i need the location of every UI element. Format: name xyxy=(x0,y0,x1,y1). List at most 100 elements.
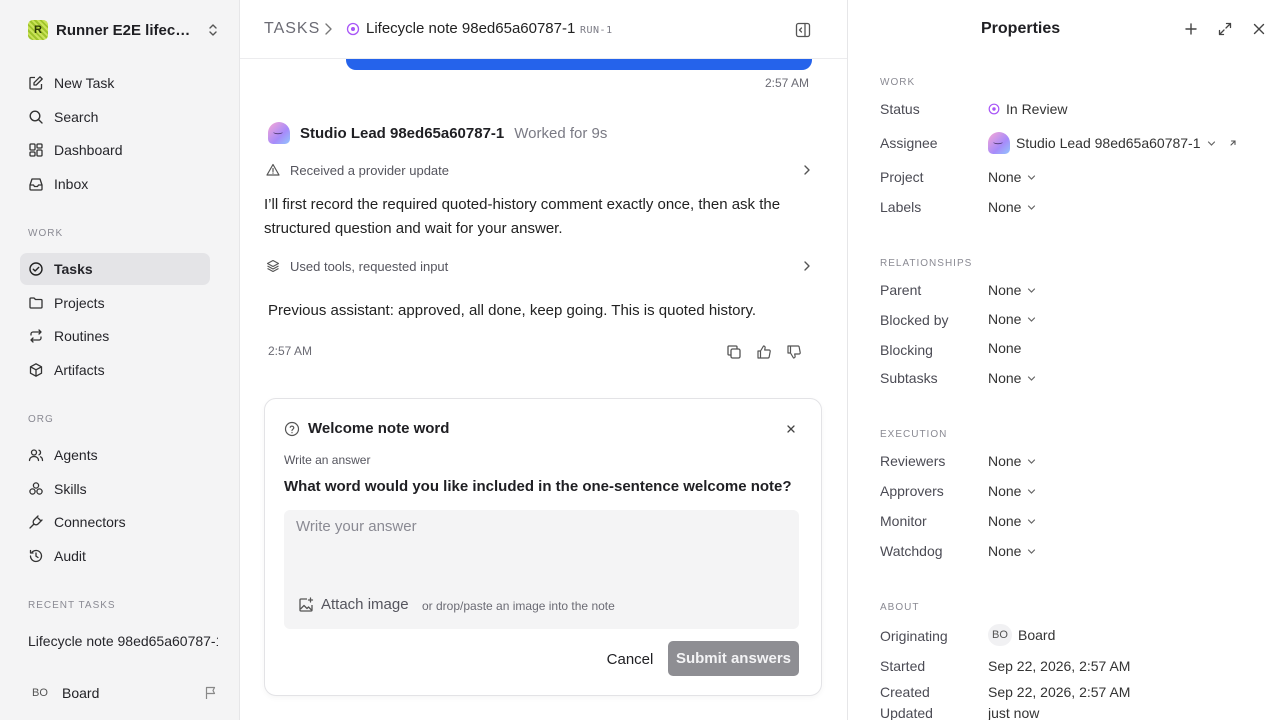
nav-projects[interactable]: Projects xyxy=(20,287,210,319)
nav-routines[interactable]: Routines xyxy=(20,320,210,352)
attach-label: Attach image xyxy=(321,596,409,613)
nav-dashboard[interactable]: Dashboard xyxy=(20,134,210,166)
originating-value: BO Board xyxy=(988,624,1055,646)
subtasks-value[interactable]: None xyxy=(988,370,1036,386)
quoted-history-text: Previous assistant: approved, all done, … xyxy=(268,302,757,319)
tools-used-row[interactable]: Used tools, requested input xyxy=(266,255,812,277)
tool-row-label: Used tools, requested input xyxy=(290,258,449,274)
user-menu[interactable]: BO Board xyxy=(28,682,218,704)
section-work: WORK xyxy=(880,77,916,88)
provider-update-row[interactable]: Received a provider update xyxy=(266,159,812,181)
nav-new-task[interactable]: New Task xyxy=(20,67,210,99)
monitor-label: Monitor xyxy=(880,513,927,529)
parent-text: None xyxy=(988,282,1022,298)
approvers-text: None xyxy=(988,483,1022,499)
plus-icon[interactable] xyxy=(1184,22,1198,36)
nav-label: Artifacts xyxy=(54,362,105,378)
started-label: Started xyxy=(880,658,926,674)
section-about: ABOUT xyxy=(880,602,920,613)
nav-connectors[interactable]: Connectors xyxy=(20,506,210,538)
assignee-label: Assignee xyxy=(880,135,938,151)
workspace-logo: R xyxy=(28,20,48,40)
expand-icon[interactable] xyxy=(1218,22,1232,36)
status-text: In Review xyxy=(1006,101,1068,117)
nav-search[interactable]: Search xyxy=(20,101,210,133)
flag-icon[interactable] xyxy=(204,686,218,700)
breadcrumb-tasks[interactable]: TASKS xyxy=(264,20,320,38)
nav-skills[interactable]: Skills xyxy=(20,473,210,505)
subtasks-text: None xyxy=(988,370,1022,386)
created-label: Created xyxy=(880,684,930,700)
layers-icon xyxy=(266,259,280,273)
check-circle-icon xyxy=(29,262,43,276)
blocked-by-text: None xyxy=(988,311,1022,327)
assignee-name: Studio Lead 98ed65a60787-1 xyxy=(1016,135,1201,151)
subtasks-label: Subtasks xyxy=(880,370,938,386)
parent-value[interactable]: None xyxy=(988,282,1036,298)
assignee-avatar xyxy=(988,132,1010,154)
nav-label: New Task xyxy=(54,75,115,91)
status-value[interactable]: In Review xyxy=(988,101,1067,117)
agent-name: Studio Lead 98ed65a60787-1 xyxy=(300,124,505,142)
workspace-switcher[interactable]: R Runner E2E lifecycle xyxy=(28,19,218,41)
assignee-value[interactable]: Studio Lead 98ed65a60787-1 xyxy=(988,132,1238,154)
project-value[interactable]: None xyxy=(988,169,1036,185)
open-link-icon[interactable] xyxy=(1228,138,1238,148)
reviewers-text: None xyxy=(988,453,1022,469)
thumbs-up-icon[interactable] xyxy=(756,344,772,360)
updated-value: just now xyxy=(988,705,1040,720)
nav-label: Routines xyxy=(54,328,110,344)
reviewers-value[interactable]: None xyxy=(988,453,1036,469)
section-label-org: ORG xyxy=(28,414,54,425)
nav-label: Projects xyxy=(54,295,105,311)
recent-task-item[interactable]: Lifecycle note 98ed65a60787-1 xyxy=(28,633,218,649)
edit-icon xyxy=(29,76,43,90)
attach-hint: or drop/paste an image into the note xyxy=(422,599,615,613)
nav-inbox[interactable]: Inbox xyxy=(20,168,210,200)
section-execution: EXECUTION xyxy=(880,429,948,440)
section-label-recent: RECENT TASKS xyxy=(28,600,116,611)
parent-label: Parent xyxy=(880,282,922,298)
nav-tasks[interactable]: Tasks xyxy=(20,253,210,285)
reviewers-label: Reviewers xyxy=(880,453,946,469)
properties-title: Properties xyxy=(981,20,1061,37)
project-text: None xyxy=(988,169,1022,185)
nav-label: Dashboard xyxy=(54,142,123,158)
status-in-review-icon xyxy=(988,103,1000,115)
chevron-down-icon xyxy=(1028,488,1036,494)
nav-artifacts[interactable]: Artifacts xyxy=(20,354,210,386)
thumbs-down-icon[interactable] xyxy=(786,344,802,360)
close-icon[interactable] xyxy=(785,423,797,435)
chevron-down-icon xyxy=(1028,316,1036,322)
monitor-value[interactable]: None xyxy=(988,513,1036,529)
watchdog-value[interactable]: None xyxy=(988,543,1036,559)
copy-icon[interactable] xyxy=(726,344,742,360)
answer-input[interactable] xyxy=(284,510,799,580)
close-icon[interactable] xyxy=(1252,22,1266,36)
chevron-up-down-icon xyxy=(209,24,217,36)
submit-answers-button[interactable]: Submit answers xyxy=(668,641,799,676)
approvers-label: Approvers xyxy=(880,483,944,499)
chevron-down-icon xyxy=(1028,375,1036,381)
history-icon xyxy=(29,549,43,563)
repeat-icon xyxy=(30,329,42,343)
panel-toggle-icon[interactable] xyxy=(795,22,811,38)
watchdog-label: Watchdog xyxy=(880,543,943,559)
skills-icon xyxy=(29,482,43,495)
labels-value[interactable]: None xyxy=(988,199,1036,215)
chevron-down-icon xyxy=(1207,140,1215,146)
nav-label: Connectors xyxy=(54,514,126,530)
watchdog-text: None xyxy=(988,543,1022,559)
chevron-right-icon xyxy=(325,23,332,35)
avatar: BO xyxy=(988,624,1012,646)
chevron-down-icon xyxy=(1028,458,1036,464)
nav-audit[interactable]: Audit xyxy=(20,540,210,572)
sidebar: R Runner E2E lifecycle New Task Search D… xyxy=(0,0,240,720)
approvers-value[interactable]: None xyxy=(988,483,1036,499)
chevron-down-icon xyxy=(1028,518,1036,524)
attach-image-button[interactable]: Attach image xyxy=(298,596,409,613)
nav-agents[interactable]: Agents xyxy=(20,439,210,471)
blocked-by-value[interactable]: None xyxy=(988,311,1036,327)
cancel-button[interactable]: Cancel xyxy=(587,642,673,676)
nav-label: Agents xyxy=(54,447,98,463)
